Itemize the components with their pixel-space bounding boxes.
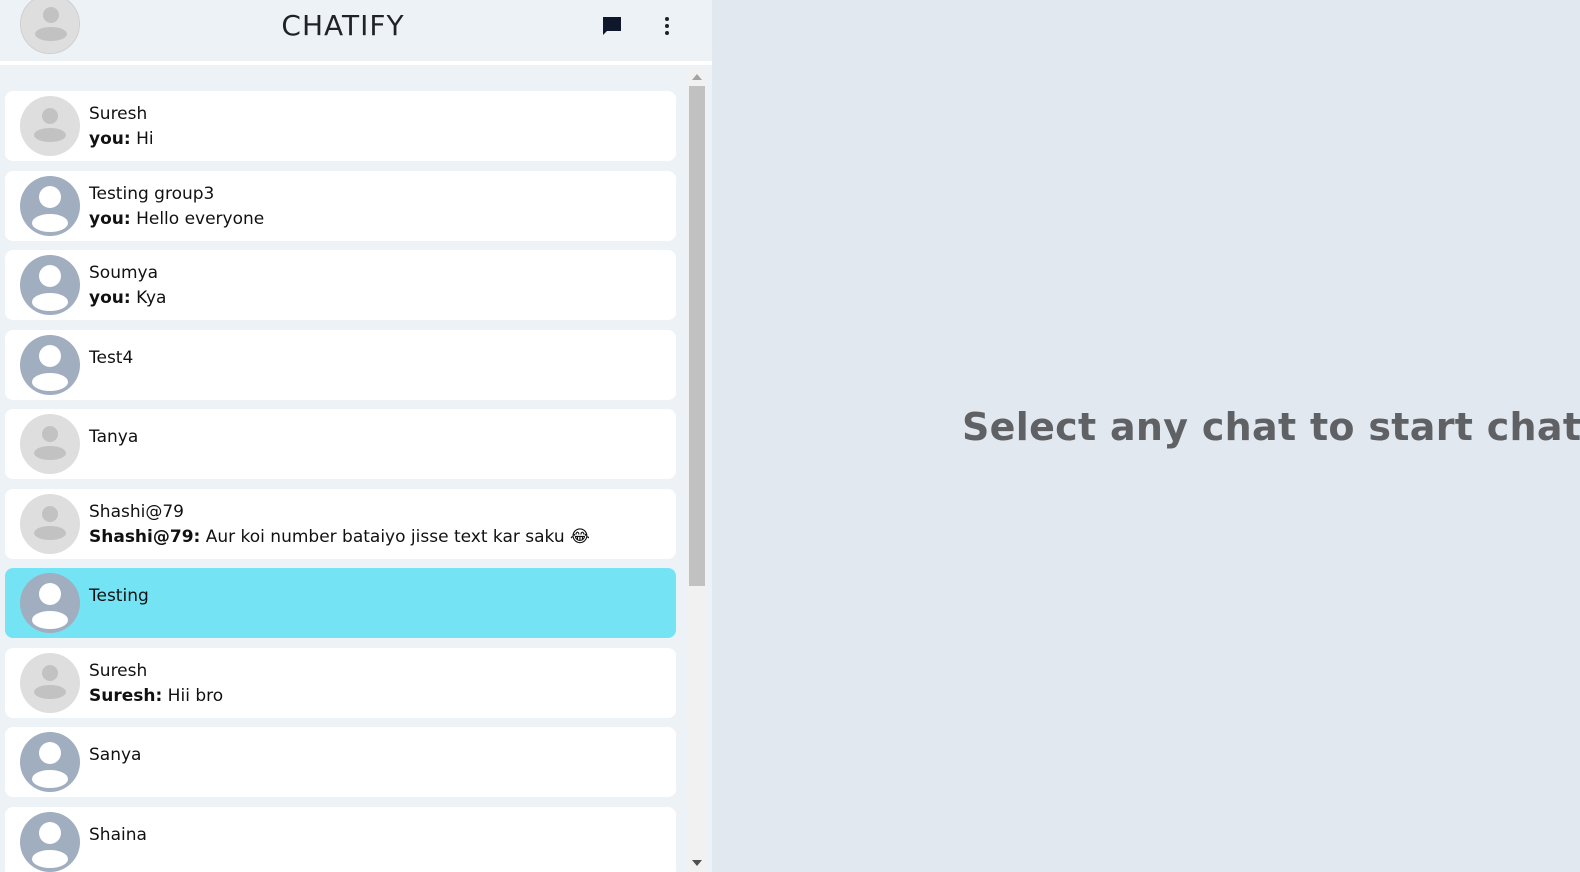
user-icon: [20, 175, 80, 236]
chat-name: Tanya: [89, 427, 139, 447]
chat-list-item[interactable]: Tanya: [5, 409, 676, 479]
chat-name: Shaina: [89, 824, 147, 845]
message-text: Hi: [130, 129, 154, 149]
user-icon: [20, 652, 80, 713]
chat-avatar: [20, 414, 80, 474]
chat-avatar: [20, 334, 80, 395]
scroll-up-arrow-icon[interactable]: [692, 74, 702, 80]
message-text: Hii bro: [162, 685, 224, 706]
chat-avatar: [20, 255, 80, 315]
chat-name: Testing group3: [89, 183, 215, 204]
chat-last-message: you: Hi: [89, 128, 154, 150]
chat-name: Shashi@79: [89, 501, 184, 522]
vertical-dots-icon: [665, 17, 669, 35]
chat-avatar: [20, 811, 80, 872]
chat-avatar: [20, 573, 80, 633]
chat-name: Suresh: [89, 104, 148, 124]
chat-list: Suresh you: Hi Testing group3 you: Hello ev…: [0, 91, 676, 872]
user-icon: [20, 811, 80, 872]
chat-name: Testing: [89, 586, 149, 606]
chat-list-scrollbar[interactable]: [688, 70, 706, 872]
chat-main-area: Select any chat to start chating: [712, 0, 1580, 872]
chat-name: Test4: [89, 347, 134, 368]
sidebar-header: CHATIFY: [0, 0, 712, 65]
message-sender: Shashi@79:: [89, 526, 201, 547]
app-title: CHATIFY: [281, 9, 405, 42]
chat-list-item[interactable]: Suresh Suresh: Hii bro: [5, 647, 676, 718]
message-sender: you:: [89, 129, 131, 149]
user-icon: [20, 493, 80, 554]
chat-last-message: you: Kya: [89, 287, 166, 309]
menu-button[interactable]: [653, 12, 681, 40]
user-icon: [20, 573, 80, 633]
chat-last-message: you: Hello everyone: [89, 208, 264, 230]
chat-last-message: Shashi@79: Aur koi number bataiyo jisse …: [89, 526, 590, 548]
user-icon: [20, 414, 80, 474]
user-icon: [20, 334, 80, 395]
new-chat-button[interactable]: [598, 12, 626, 40]
message-sender: you:: [89, 208, 131, 229]
chat-name: Soumya: [89, 263, 159, 283]
chat-list-item[interactable]: Shashi@79 Shashi@79: Aur koi number batai…: [5, 488, 676, 559]
message-sender: you:: [89, 288, 131, 308]
chat-list-item[interactable]: Shaina: [5, 806, 676, 872]
chat-avatar: [20, 175, 80, 236]
chat-list-item[interactable]: Test4: [5, 329, 676, 400]
chat-avatar: [20, 96, 80, 156]
chat-name: Suresh: [89, 660, 148, 681]
chat-list-item[interactable]: Sanya: [5, 727, 676, 797]
chat-bubble-icon: [603, 17, 621, 35]
message-text: Kya: [130, 288, 167, 308]
chat-avatar: [20, 732, 80, 792]
message-text: Hello everyone: [130, 208, 265, 229]
chat-last-message: Suresh: Hii bro: [89, 685, 223, 707]
message-sender: Suresh:: [89, 685, 163, 706]
scrollbar-thumb[interactable]: [689, 86, 705, 586]
chat-name: Sanya: [89, 745, 142, 765]
chat-avatar: [20, 652, 80, 713]
user-icon: [20, 255, 80, 315]
scroll-down-arrow-icon[interactable]: [692, 860, 702, 866]
chat-sidebar: CHATIFY Suresh you: Hi Testing group3 you: …: [0, 0, 712, 872]
chat-list-item[interactable]: Testing: [5, 568, 676, 638]
chat-list-item[interactable]: Soumya you: Kya: [5, 250, 676, 320]
empty-state-text: Select any chat to start chating: [962, 405, 1580, 449]
user-icon: [20, 96, 80, 156]
user-icon: [20, 732, 80, 792]
chat-avatar: [20, 493, 80, 554]
chat-list-item[interactable]: Testing group3 you: Hello everyone: [5, 170, 676, 241]
chat-list-item[interactable]: Suresh you: Hi: [5, 91, 676, 161]
message-text: Aur koi number bataiyo jisse text kar sa…: [200, 526, 590, 547]
